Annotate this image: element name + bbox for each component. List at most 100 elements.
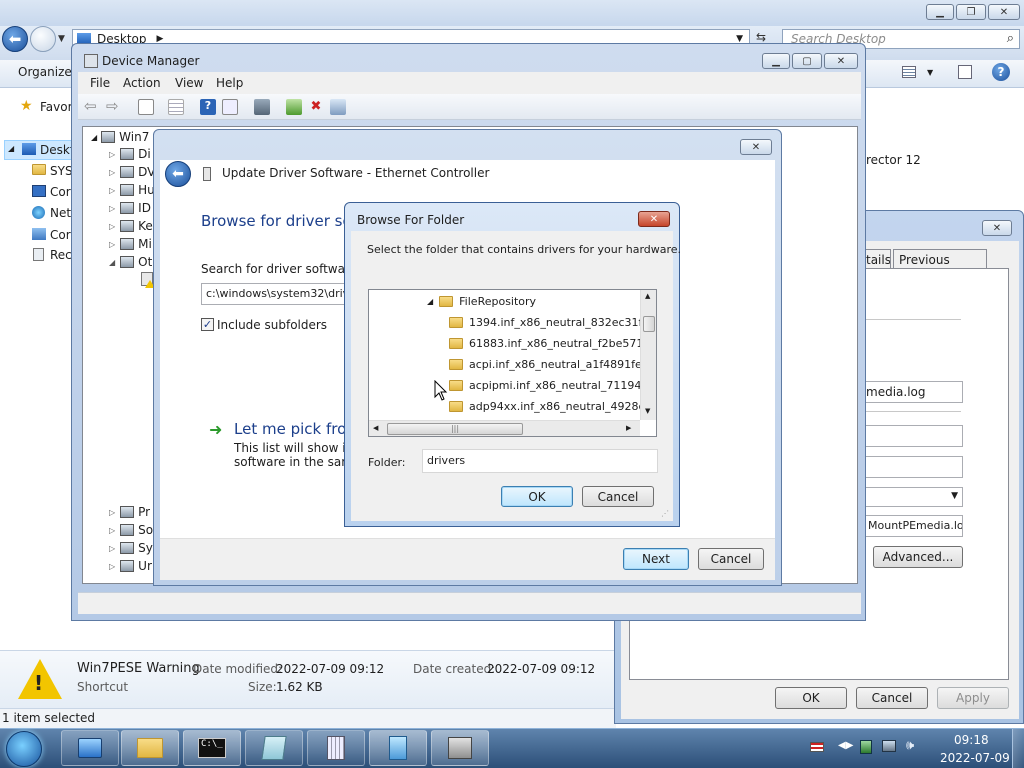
device-category[interactable]: ▷ Sy — [109, 539, 153, 557]
expand-arrow-icon[interactable]: ▷ — [109, 150, 115, 159]
empty-field-2[interactable] — [863, 456, 963, 478]
next-button[interactable]: Next — [623, 548, 689, 570]
properties-ok-button[interactable]: OK — [775, 687, 847, 709]
tray-volume-icon[interactable]: 🕪 — [906, 738, 914, 753]
search-icon[interactable]: ⌕ — [1007, 31, 1014, 46]
device-category[interactable]: ▷ Di — [109, 145, 151, 163]
explorer-minimize-button[interactable]: ▁ — [926, 4, 954, 20]
tree-item-filerepository[interactable]: ◢ FileRepository — [427, 292, 536, 310]
explorer-close-button[interactable]: ✕ — [988, 4, 1020, 20]
preview-pane-icon[interactable] — [958, 65, 972, 79]
clock-date[interactable]: 2022-07-09 — [940, 751, 1010, 765]
enable-device-icon[interactable] — [330, 99, 346, 115]
sidebar-item-sys[interactable]: SYS — [50, 164, 73, 178]
run-dropdown[interactable]: ▼ — [863, 487, 963, 507]
sidebar-item-favorites[interactable]: Favor — [40, 100, 73, 114]
explorer-restore-button[interactable]: ❐ — [956, 4, 986, 20]
device-category[interactable]: ▷ Ur — [109, 557, 152, 575]
properties-cancel-button[interactable]: Cancel — [856, 687, 928, 709]
expand-arrow-icon[interactable]: ▷ — [109, 544, 115, 553]
sidebar-item-network[interactable]: Net — [50, 206, 71, 220]
tree-item-folder[interactable]: acpipmi.inf_x86_neutral_71194ee — [449, 376, 655, 394]
folder-input[interactable]: drivers — [422, 449, 658, 473]
taskbar-document-icon[interactable] — [369, 730, 427, 766]
taskbar-computer-icon[interactable] — [61, 730, 119, 766]
scroll-down-icon[interactable]: ▼ — [645, 407, 650, 415]
collapse-arrow-icon[interactable]: ◢ — [91, 133, 97, 142]
update-driver-icon[interactable] — [286, 99, 302, 115]
scroll-left-icon[interactable]: ◀ — [373, 424, 378, 432]
menu-view[interactable]: View — [175, 76, 203, 90]
properties-icon[interactable] — [138, 99, 154, 115]
device-category[interactable]: ◢ Ot — [109, 253, 152, 271]
forward-arrow-icon[interactable] — [30, 26, 56, 52]
device-category[interactable]: ▷ Pr — [109, 503, 150, 521]
tray-arrow-icon[interactable]: ◀▶ — [838, 740, 853, 751]
list-view-icon[interactable] — [168, 99, 184, 115]
taskbar-device-manager-icon[interactable] — [431, 730, 489, 766]
scan-hardware-icon[interactable] — [254, 99, 270, 115]
include-subfolders-label[interactable]: Include subfolders — [217, 318, 327, 332]
sidebar-item-desktop[interactable]: Deskt — [40, 143, 75, 157]
devmgr-close-button[interactable]: ✕ — [824, 53, 858, 69]
scroll-up-icon[interactable]: ▲ — [645, 292, 650, 300]
dropdown-arrow-icon[interactable]: ▼ — [951, 491, 958, 501]
sidebar-item-control-panel[interactable]: Cor — [50, 228, 71, 242]
tree-item-folder[interactable]: 1394.inf_x86_neutral_832ec31f25 — [449, 313, 656, 331]
include-subfolders-checkbox[interactable]: ✓ — [201, 318, 214, 331]
start-button-icon[interactable] — [6, 731, 42, 767]
devmgr-minimize-button[interactable]: ▁ — [762, 53, 790, 69]
expand-arrow-icon[interactable]: ▷ — [109, 240, 115, 249]
taskbar-notepad-icon[interactable] — [245, 730, 303, 766]
expand-arrow-icon[interactable]: ▷ — [109, 222, 115, 231]
browse-cancel-button[interactable]: Cancel — [582, 486, 654, 507]
advanced-button[interactable]: Advanced... — [873, 546, 963, 568]
properties-close-button[interactable]: ✕ — [982, 220, 1012, 236]
taskbar-cmd-icon[interactable]: C:\_ — [183, 730, 241, 766]
view-options-icon[interactable] — [902, 66, 916, 78]
expand-arrow-icon[interactable]: ▷ — [109, 562, 115, 571]
menu-help[interactable]: Help — [216, 76, 243, 90]
tree-horizontal-scrollbar[interactable]: ◀ ||| ▶ — [369, 420, 640, 436]
log-field-2[interactable]: MountPEmedia.log — [863, 515, 963, 537]
tray-flag-icon[interactable] — [810, 742, 824, 752]
history-dropdown-icon[interactable]: ▼ — [58, 34, 65, 44]
tree-item-folder[interactable]: 61883.inf_x86_neutral_f2be571a1 — [449, 334, 656, 352]
log-field-1[interactable]: media.log — [863, 381, 963, 403]
device-category[interactable]: ▷ ID — [109, 199, 151, 217]
unknown-device-warning-icon[interactable] — [141, 272, 155, 288]
collapse-arrow-icon[interactable]: ◢ — [109, 258, 115, 267]
browse-ok-button[interactable]: OK — [501, 486, 573, 507]
tree-item-folder[interactable]: adp94xx.inf_x86_neutral_4928c88 — [449, 397, 656, 415]
vertical-scroll-thumb[interactable] — [643, 316, 655, 332]
tree-item-folder[interactable]: acpi.inf_x86_neutral_a1f4891fe0c — [449, 355, 655, 373]
help-icon[interactable]: ? — [992, 63, 1010, 81]
expand-arrow-icon[interactable]: ◢ — [8, 144, 14, 153]
show-hidden-icon[interactable] — [222, 99, 238, 115]
taskbar-calculator-icon[interactable] — [307, 730, 365, 766]
devmgr-maximize-button[interactable]: ▢ — [792, 53, 822, 69]
expand-arrow-icon[interactable]: ▷ — [109, 508, 115, 517]
update-back-arrow-icon[interactable]: ⬅ — [165, 161, 191, 187]
help-book-icon[interactable]: ? — [200, 99, 216, 115]
tab-details[interactable]: tails — [863, 249, 891, 269]
sidebar-item-recycle-bin[interactable]: Rec — [50, 248, 72, 262]
empty-field-1[interactable] — [863, 425, 963, 447]
uninstall-icon[interactable]: ✖ — [308, 99, 324, 115]
pick-link[interactable]: Let me pick from — [234, 420, 361, 438]
taskbar-explorer-icon[interactable] — [121, 730, 179, 766]
device-category[interactable]: ▷ DV — [109, 163, 155, 181]
tray-network-icon[interactable] — [860, 740, 872, 754]
update-cancel-button[interactable]: Cancel — [698, 548, 764, 570]
expand-arrow-icon[interactable]: ▷ — [109, 204, 115, 213]
scroll-right-icon[interactable]: ▶ — [626, 424, 631, 432]
properties-apply-button[interactable]: Apply — [937, 687, 1009, 709]
view-dropdown-icon[interactable]: ▼ — [927, 68, 933, 77]
resize-grip-icon[interactable]: ⋰ — [661, 509, 669, 518]
collapse-arrow-icon[interactable]: ◢ — [427, 297, 433, 306]
device-category[interactable]: ▷ So — [109, 521, 153, 539]
expand-arrow-icon[interactable]: ▷ — [109, 526, 115, 535]
forward-icon[interactable]: ⇨ — [106, 97, 119, 115]
browse-close-button[interactable]: ✕ — [638, 211, 670, 227]
refresh-icon[interactable]: ⇆ — [756, 30, 766, 44]
